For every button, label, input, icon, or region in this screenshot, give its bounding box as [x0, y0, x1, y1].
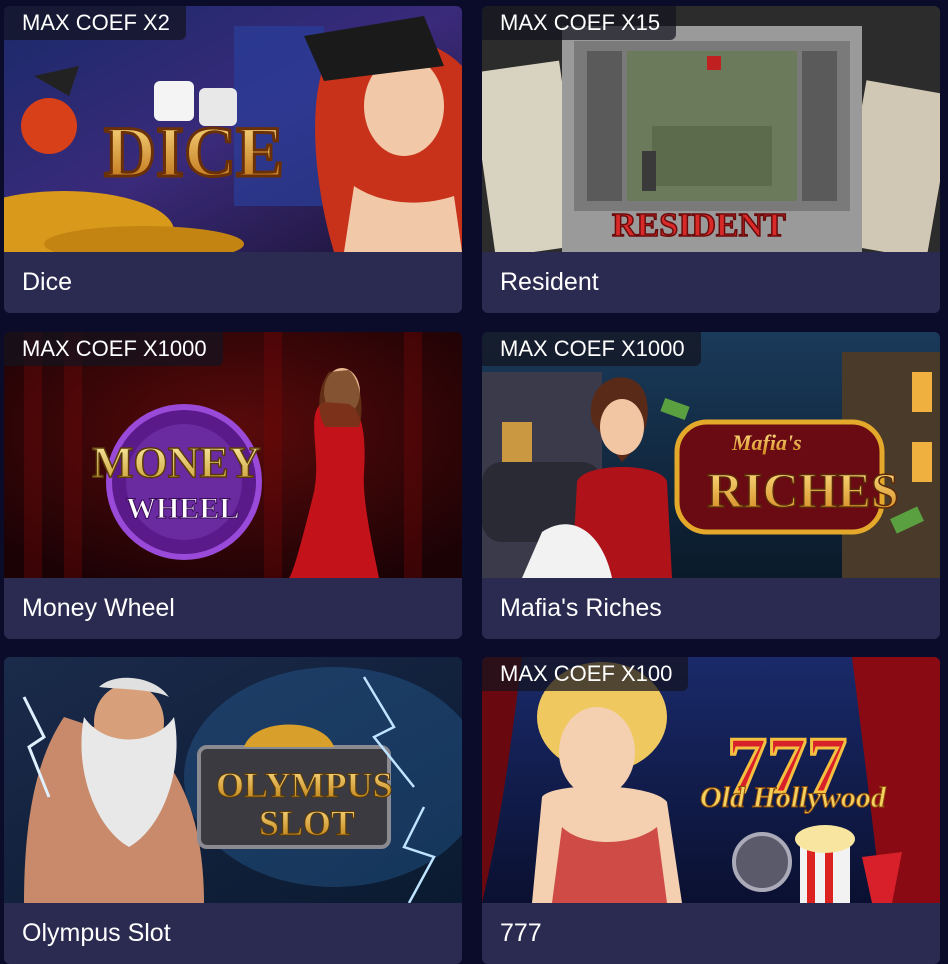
game-thumbnail-olympus-slot[interactable]: OLYMPUS SLOT — [4, 657, 462, 903]
game-thumbnail-money-wheel[interactable]: MONEY WHEEL — [4, 332, 462, 578]
game-thumbnail-resident[interactable]: RESIDENT — [482, 6, 940, 252]
max-coef-badge: MAX COEF X2 — [4, 6, 186, 40]
wheel-logo-text: WHEEL — [126, 492, 239, 525]
slot-logo-text: SLOT — [259, 803, 355, 843]
game-card-dice[interactable]: DICE MAX COEF X2 Dice — [4, 6, 462, 313]
game-grid: DICE MAX COEF X2 Dice RESIDENT MAX COEF … — [0, 0, 948, 964]
riches-logo-text: RICHES — [707, 462, 899, 518]
max-coef-badge: MAX COEF X100 — [482, 657, 689, 691]
money-logo-text: MONEY — [92, 438, 261, 487]
game-card-resident[interactable]: RESIDENT MAX COEF X15 Resident — [482, 6, 940, 313]
game-thumbnail-mafias-riches[interactable]: Mafia's RICHES — [482, 332, 940, 578]
game-thumbnail-777[interactable]: 777 Old Hollywood — [482, 657, 940, 903]
dice-logo-text: DICE — [104, 112, 284, 192]
game-card-olympus-slot[interactable]: OLYMPUS SLOT Olympus Slot — [4, 657, 462, 964]
game-title[interactable]: Resident — [500, 262, 599, 302]
game-card-777[interactable]: 777 Old Hollywood MAX COEF X100 777 — [482, 657, 940, 964]
game-title[interactable]: Money Wheel — [22, 588, 175, 628]
max-coef-badge: MAX COEF X1000 — [4, 332, 223, 366]
game-card-money-wheel[interactable]: MONEY WHEEL MAX COEF X1000 Money Wheel — [4, 332, 462, 639]
game-title[interactable]: Dice — [22, 262, 72, 302]
game-title[interactable]: Mafia's Riches — [500, 588, 662, 628]
game-title[interactable]: 777 — [500, 913, 542, 953]
mafias-logo-text: Mafia's — [731, 430, 802, 455]
max-coef-badge: MAX COEF X1000 — [482, 332, 701, 366]
game-title[interactable]: Olympus Slot — [22, 913, 171, 953]
max-coef-badge: MAX COEF X15 — [482, 6, 677, 40]
game-card-mafias-riches[interactable]: Mafia's RICHES MAX COEF X1000 Mafia's Ri… — [482, 332, 940, 639]
old-hollywood-logo-text: Old Hollywood — [700, 781, 887, 814]
game-thumbnail-dice[interactable]: DICE — [4, 6, 462, 252]
olympus-logo-text: OLYMPUS — [216, 765, 393, 805]
resident-logo-text: RESIDENT — [612, 207, 786, 244]
